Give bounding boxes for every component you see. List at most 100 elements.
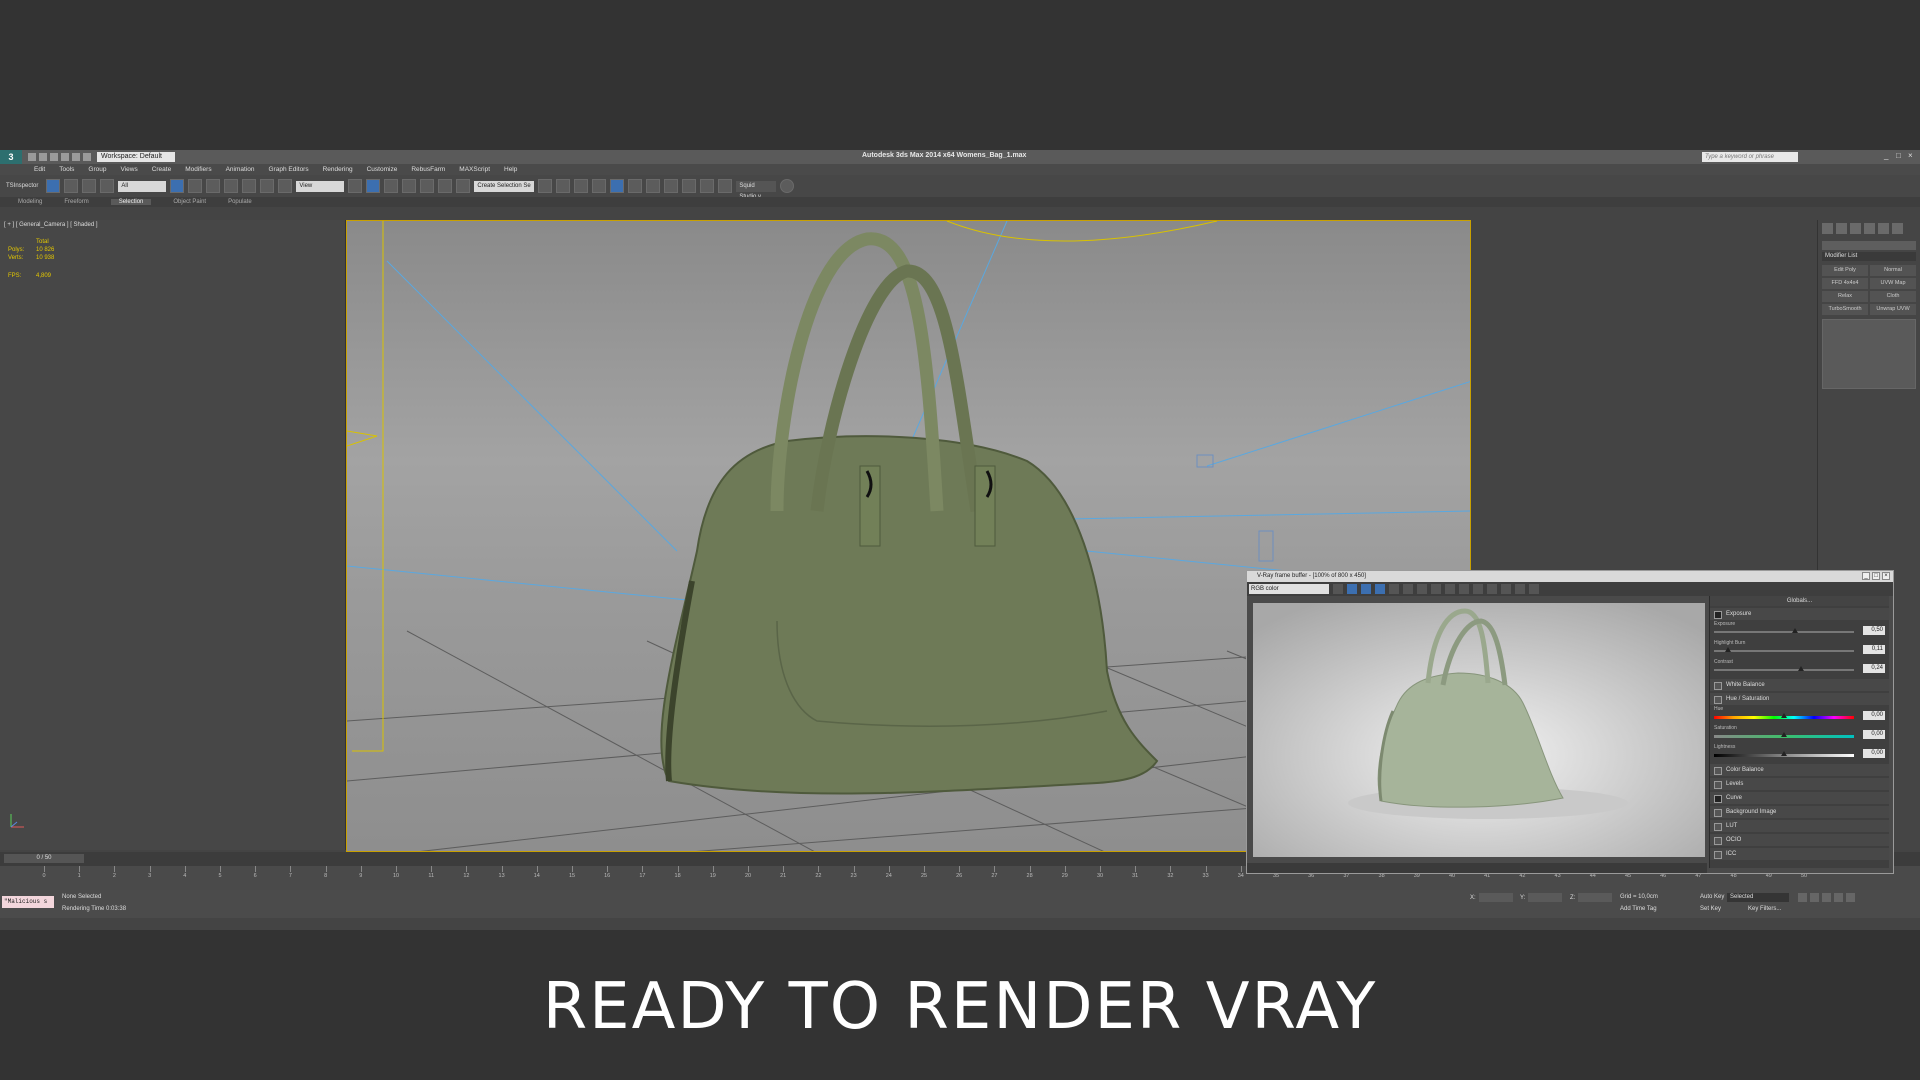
reference-coordinate-dropdown[interactable]: View — [296, 180, 345, 192]
menu-item-modifiers[interactable]: Modifiers — [185, 166, 211, 173]
red-channel-icon[interactable] — [1347, 584, 1357, 594]
save-file-icon[interactable] — [50, 153, 58, 161]
modifier-button-turbosmooth[interactable]: TurboSmooth — [1822, 304, 1868, 315]
play-icon[interactable] — [1822, 893, 1831, 902]
minimize-icon[interactable]: _ — [1884, 152, 1892, 160]
alpha-channel-icon[interactable] — [1389, 584, 1399, 594]
move-icon[interactable] — [242, 179, 257, 193]
modifier-button-edit-poly[interactable]: Edit Poly — [1822, 265, 1868, 276]
key-filters-button[interactable]: Key Filters... — [1748, 906, 1781, 912]
go-to-end-icon[interactable] — [1846, 893, 1855, 902]
lightness-value[interactable]: 0,00 — [1863, 749, 1885, 758]
highlight-burn-value[interactable]: 0,11 — [1863, 645, 1885, 654]
ribbon-tab-freeform[interactable]: Freeform — [64, 199, 88, 205]
vfb-title-bar[interactable]: V-Ray frame buffer - [100% of 800 x 450]… — [1247, 571, 1893, 582]
scale-icon[interactable] — [278, 179, 293, 193]
region-render-icon[interactable] — [1473, 584, 1483, 594]
rotate-icon[interactable] — [260, 179, 275, 193]
modify-tab-icon[interactable] — [1836, 223, 1847, 234]
curve-editor-icon[interactable] — [610, 179, 625, 193]
unlink-icon[interactable] — [82, 179, 97, 193]
exposure-knob[interactable] — [1792, 628, 1799, 633]
load-icon[interactable] — [1431, 584, 1441, 594]
render-teapot-icon[interactable] — [718, 179, 733, 193]
project-folder-icon[interactable] — [83, 153, 91, 161]
ribbon-tab-object-paint[interactable]: Object Paint — [173, 199, 206, 205]
viewport-left-area[interactable]: [ + ] [ General_Camera ] [ Shaded ] Tota… — [0, 220, 346, 850]
go-to-start-icon[interactable] — [1798, 893, 1807, 902]
search-input[interactable]: Type a keyword or phrase — [1702, 152, 1798, 162]
menu-item-maxscript[interactable]: MAXScript — [459, 166, 490, 173]
hue-value[interactable]: 0,00 — [1863, 711, 1885, 720]
refresh-icon[interactable] — [780, 179, 795, 193]
time-slider[interactable]: 0 / 50 — [4, 854, 84, 863]
menu-item-customize[interactable]: Customize — [367, 166, 398, 173]
green-channel-icon[interactable] — [1361, 584, 1371, 594]
bag-model[interactable] — [660, 232, 1159, 795]
menu-item-views[interactable]: Views — [120, 166, 137, 173]
menu-item-tools[interactable]: Tools — [59, 166, 74, 173]
lightness-knob[interactable] — [1781, 751, 1787, 756]
hue-knob[interactable] — [1781, 713, 1787, 718]
inspector-icon[interactable] — [46, 179, 61, 193]
lut-icon[interactable] — [1529, 584, 1539, 594]
saturation-knob[interactable] — [1781, 732, 1787, 737]
modifier-button-uvw-map[interactable]: UVW Map — [1870, 278, 1916, 289]
modifier-button-cloth[interactable]: Cloth — [1870, 291, 1916, 302]
next-frame-icon[interactable] — [1834, 893, 1843, 902]
graphite-toggle-icon[interactable] — [592, 179, 607, 193]
white-balance-section[interactable]: White Balance — [1710, 679, 1889, 691]
rect-selection-icon[interactable] — [206, 179, 221, 193]
maximize-icon[interactable]: □ — [1896, 152, 1904, 160]
create-tab-icon[interactable] — [1822, 223, 1833, 234]
close-icon[interactable]: × — [1908, 152, 1916, 160]
highlight-burn-track[interactable] — [1714, 650, 1854, 652]
hue-saturation-section[interactable]: Hue / Saturation — [1710, 693, 1889, 705]
vfb-maximize-icon[interactable]: □ — [1872, 572, 1880, 580]
new-file-icon[interactable] — [28, 153, 36, 161]
y-coordinate[interactable]: Y: — [1520, 893, 1563, 902]
mirror-icon[interactable] — [538, 179, 553, 193]
set-key-button[interactable]: Set Key — [1700, 906, 1721, 912]
ribbon-tab-modeling[interactable]: Modeling — [18, 199, 42, 205]
open-file-icon[interactable] — [39, 153, 47, 161]
add-time-tag[interactable]: Add Time Tag — [1620, 906, 1657, 912]
render-production-icon[interactable] — [700, 179, 715, 193]
z-coordinate[interactable]: Z: — [1570, 893, 1613, 902]
inspector-label[interactable]: TSInspector — [6, 183, 38, 189]
vfb-minimize-icon[interactable]: _ — [1862, 572, 1870, 580]
section-lut[interactable]: LUT — [1710, 820, 1889, 832]
contrast-knob[interactable] — [1797, 666, 1804, 671]
exposure-section[interactable]: Exposure — [1710, 608, 1889, 620]
highlight-burn-knob[interactable] — [1725, 647, 1731, 652]
save-image-icon[interactable] — [1333, 584, 1343, 594]
display-tab-icon[interactable] — [1878, 223, 1889, 234]
manipulate-icon[interactable] — [366, 179, 381, 193]
contrast-value[interactable]: 0,24 — [1863, 664, 1885, 673]
material-editor-icon[interactable] — [646, 179, 661, 193]
maxscript-listener[interactable]: "Malicious s — [2, 896, 54, 908]
auto-key-mode-dropdown[interactable]: Selected — [1727, 893, 1789, 902]
rendered-image[interactable] — [1253, 603, 1705, 857]
object-name-field[interactable] — [1822, 241, 1916, 250]
menu-item-create[interactable]: Create — [152, 166, 172, 173]
workspace-dropdown[interactable]: Workspace: Default — [97, 152, 175, 162]
link-icon[interactable] — [64, 179, 79, 193]
x-field[interactable] — [1478, 893, 1513, 902]
motion-tab-icon[interactable] — [1864, 223, 1875, 234]
modifier-button-relax[interactable]: Relax — [1822, 291, 1868, 302]
section-color-balance[interactable]: Color Balance — [1710, 764, 1889, 776]
mono-icon[interactable] — [1403, 584, 1413, 594]
previous-frame-icon[interactable] — [1810, 893, 1819, 902]
named-selection-dropdown[interactable]: Create Selection Se — [474, 180, 535, 192]
studio-plugin-dropdown[interactable]: Squid Studio v — [736, 180, 777, 200]
modifier-list-dropdown[interactable]: Modifier List — [1822, 252, 1916, 261]
auto-key-button[interactable]: Auto Key — [1700, 894, 1724, 900]
render-setup-icon[interactable] — [664, 179, 679, 193]
section-curve[interactable]: Curve — [1710, 792, 1889, 804]
bind-spacewarp-icon[interactable] — [100, 179, 115, 193]
save-icon[interactable] — [1417, 584, 1427, 594]
color-correction-icon[interactable] — [1515, 584, 1525, 594]
vfb-close-icon[interactable]: × — [1882, 572, 1890, 580]
align-icon[interactable] — [556, 179, 571, 193]
